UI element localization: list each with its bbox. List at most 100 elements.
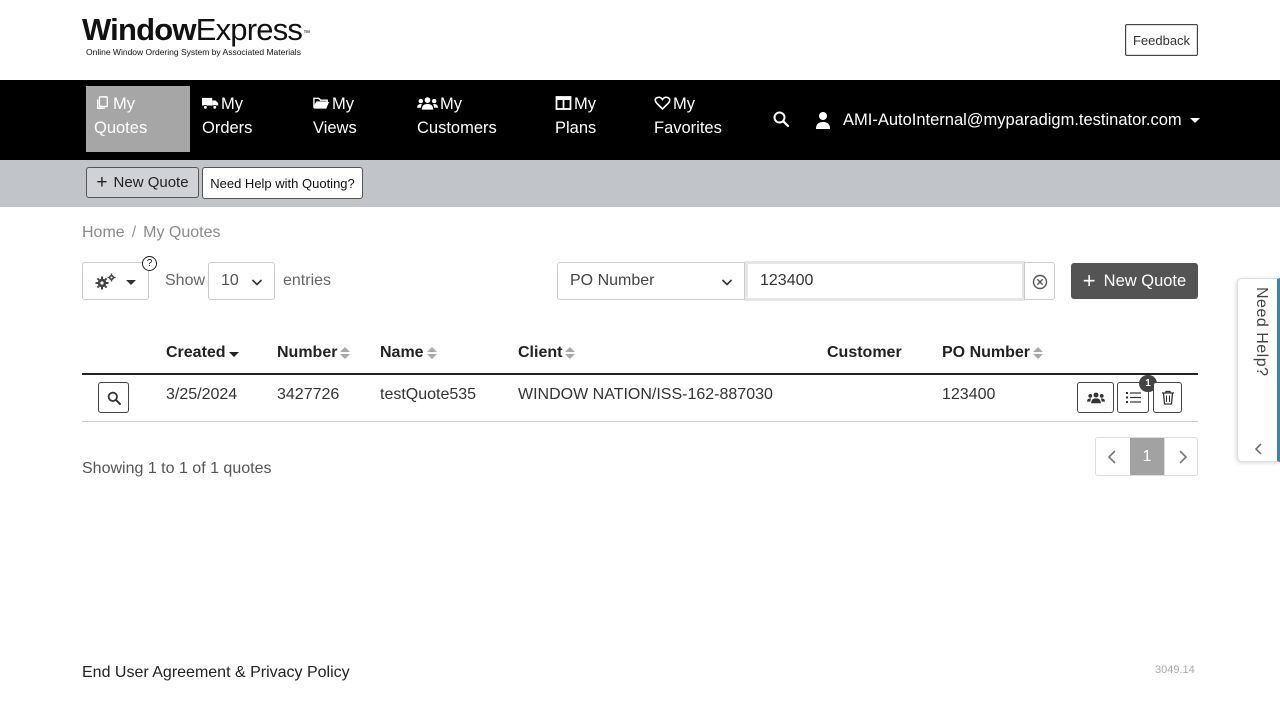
column-header-name[interactable]: Name (380, 344, 437, 362)
trash-icon (1162, 390, 1174, 405)
nav-item-my-favorites[interactable]: My Favorites (646, 86, 746, 152)
chevron-right-icon (1179, 450, 1188, 464)
nav-label-top: My (332, 95, 354, 113)
column-header-number[interactable]: Number (277, 344, 351, 362)
nav-label-bottom: Views (313, 119, 357, 137)
cell-name: testQuote535 (380, 386, 477, 403)
user-email: AMI-AutoInternal@myparadigm.testinator.c… (843, 110, 1182, 129)
truck-icon (202, 97, 219, 110)
eula-privacy-link[interactable]: End User Agreement & Privacy Policy (82, 664, 350, 682)
column-settings-dropdown[interactable] (82, 262, 149, 300)
logo-light-text: Express (195, 12, 303, 47)
users-icon (1087, 392, 1105, 404)
nav-item-my-quotes[interactable]: My Quotes (86, 86, 190, 152)
logo-wordmark: WindowExpress™ (82, 14, 312, 46)
heart-icon (654, 96, 671, 110)
column-label: Created (166, 344, 226, 361)
chevron-left-icon (1107, 450, 1116, 464)
table-row-divider (82, 421, 1198, 422)
nav-item-my-views[interactable]: My Views (305, 86, 401, 152)
breadcrumb-separator: / (131, 224, 137, 241)
nav-label-top: My (440, 95, 462, 113)
column-label: PO Number (942, 344, 1031, 361)
need-help-quoting-button[interactable]: Need Help with Quoting? (202, 167, 363, 199)
cell-client: WINDOW NATION/ISS-162-887030 (518, 386, 773, 403)
caret-down-icon (1189, 117, 1200, 123)
table-header-divider (82, 373, 1198, 375)
folder-open-icon (313, 97, 330, 109)
nav-label-bottom: Plans (555, 119, 597, 137)
assign-customer-button[interactable] (1077, 382, 1114, 413)
top-header: WindowExpress™ Online Window Ordering Sy… (0, 0, 1280, 80)
new-quote-button-secondary[interactable]: + New Quote (86, 167, 199, 198)
delete-quote-button[interactable] (1153, 382, 1182, 413)
previous-page-button[interactable] (1096, 438, 1130, 475)
user-icon (816, 112, 830, 129)
nav-item-my-orders[interactable]: My Orders (194, 86, 290, 152)
nav-item-my-customers[interactable]: My Customers (409, 86, 519, 152)
column-header-po-number[interactable]: PO Number (942, 344, 1044, 362)
column-label: Customer (827, 344, 902, 361)
cell-po-number: 123400 (942, 386, 996, 403)
next-page-button[interactable] (1164, 438, 1198, 475)
nav-label-bottom: Customers (417, 119, 497, 137)
sort-desc-icon (228, 352, 239, 357)
filter-field-select[interactable]: PO Number (557, 262, 745, 300)
column-label: Client (518, 344, 563, 361)
breadcrumb-home[interactable]: Home (82, 224, 125, 241)
filter-value-input[interactable] (745, 261, 1025, 301)
column-settings-help-icon[interactable]: ? (142, 256, 157, 271)
filter-field-value: PO Number (570, 272, 655, 289)
column-label: Name (380, 344, 424, 361)
breadcrumb: Home / My Quotes (82, 224, 221, 242)
cell-created: 3/25/2024 (166, 386, 238, 403)
nav-label-top: My (574, 95, 596, 113)
copy-icon (96, 96, 109, 109)
plus-icon: + (96, 172, 108, 193)
nav-label-top: My (673, 95, 695, 113)
logo-bold-text: Window (82, 12, 197, 47)
column-label: Number (277, 344, 338, 361)
column-header-created[interactable]: Created (166, 344, 239, 362)
main-nav: My Quotes My Orders My Views My Customer… (0, 80, 1280, 160)
sort-icon (1033, 347, 1044, 359)
chevron-down-icon (721, 279, 733, 286)
app-version: 3049.14 (1155, 664, 1195, 676)
results-summary: Showing 1 to 1 of 1 quotes (82, 460, 272, 477)
page-button-current[interactable]: 1 (1130, 438, 1164, 475)
logo-trademark: ™ (303, 30, 310, 37)
nav-label-top: My (221, 95, 243, 113)
sort-icon (565, 347, 576, 359)
nav-label-bottom: Orders (202, 119, 253, 137)
chevron-left-icon (1254, 443, 1262, 455)
column-header-client[interactable]: Client (518, 344, 576, 362)
view-quote-button[interactable] (98, 382, 129, 413)
plus-icon: + (1082, 268, 1096, 293)
nav-label-bottom: Favorites (654, 119, 722, 137)
window-express-logo[interactable]: WindowExpress™ Online Window Ordering Sy… (82, 14, 312, 58)
need-help-label: Need Help? (1253, 287, 1270, 377)
button-label: New Quote (113, 174, 189, 191)
list-icon (1126, 392, 1141, 403)
sort-icon (426, 347, 437, 359)
nav-label-bottom: Quotes (94, 119, 148, 137)
entries-label: entries (283, 272, 332, 289)
need-help-side-tab[interactable]: Need Help? (1237, 278, 1280, 462)
caret-down-icon (126, 280, 136, 285)
users-icon (417, 97, 438, 110)
button-label: New Quote (1103, 271, 1187, 290)
logo-tagline: Online Window Ordering System by Associa… (86, 47, 301, 57)
page-size-select[interactable]: 10 (208, 262, 275, 300)
nav-item-my-plans[interactable]: My Plans (547, 86, 637, 152)
feedback-button[interactable]: Feedback (1125, 24, 1198, 56)
action-bar: + New Quote Need Help with Quoting? (0, 160, 1280, 207)
show-label: Show (165, 272, 206, 289)
clear-circle-icon (1032, 274, 1048, 290)
breadcrumb-current: My Quotes (143, 224, 221, 241)
nav-label-top: My (113, 95, 135, 113)
column-header-customer: Customer (827, 344, 902, 362)
new-quote-button[interactable]: + New Quote (1071, 263, 1198, 299)
clear-filter-button[interactable] (1024, 262, 1055, 300)
user-menu[interactable]: AMI-AutoInternal@myparadigm.testinator.c… (814, 107, 1200, 133)
search-icon[interactable] (772, 110, 790, 128)
